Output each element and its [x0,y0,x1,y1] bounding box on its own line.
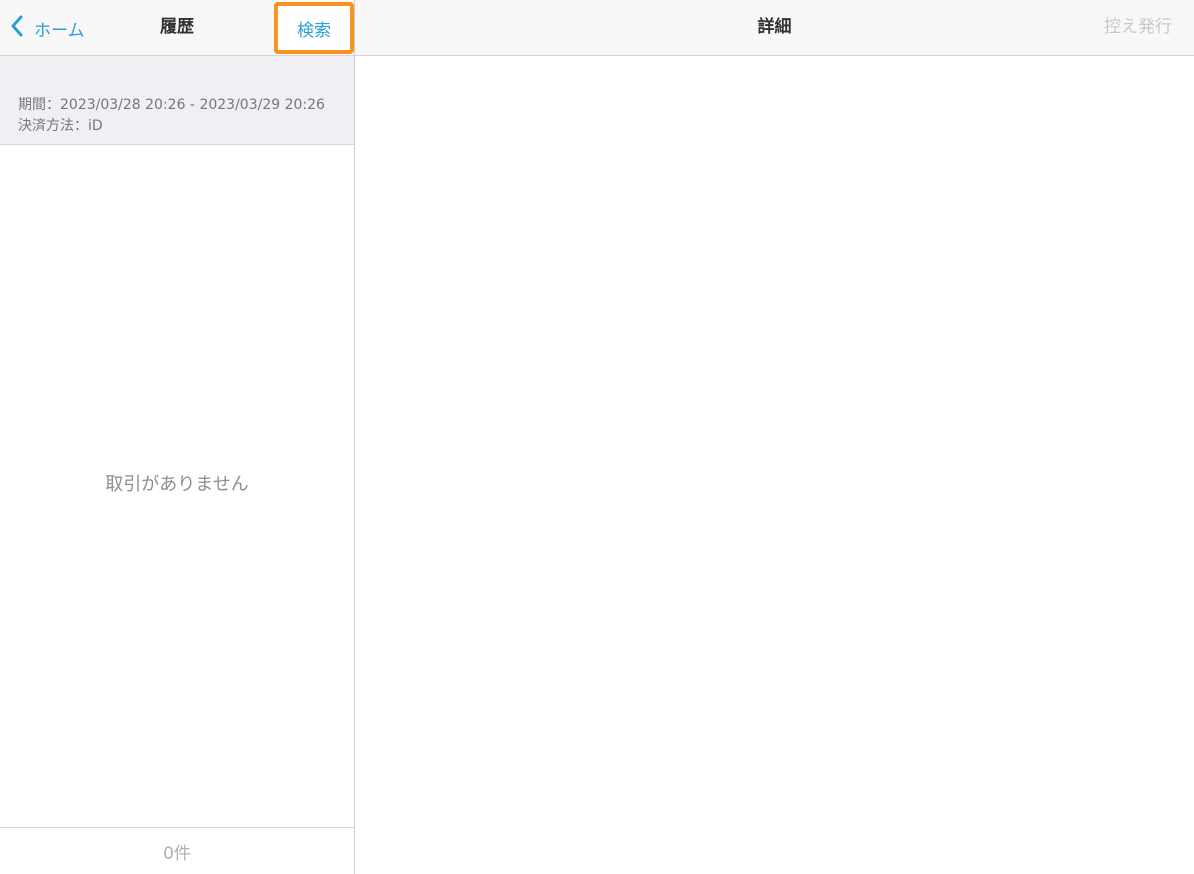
detail-pane: 詳細 控え発行 [355,0,1194,874]
history-pane: 履歴 ホーム 検索 期間：2023/03/28 20:26 - 2023/03/… [0,0,354,874]
chevron-left-icon [10,15,24,41]
back-home-button[interactable]: ホーム [10,13,85,43]
app-window: 履歴 ホーム 検索 期間：2023/03/28 20:26 - 2023/03/… [0,0,1194,874]
empty-transactions-message: 取引がありません [105,474,249,495]
history-nav-bar: 履歴 ホーム 検索 [0,0,354,56]
search-button[interactable]: 検索 [274,2,354,54]
issue-copy-button[interactable]: 控え発行 [1104,0,1172,55]
search-button-label: 検索 [297,20,331,41]
detail-title: 詳細 [757,17,792,37]
history-footer: 0件 [0,827,354,874]
transaction-count: 0件 [163,844,191,864]
filter-period-text: 期間：2023/03/28 20:26 - 2023/03/29 20:26 [18,97,325,113]
filter-payment-method-text: 決済方法：iD [18,118,103,134]
detail-nav-bar: 詳細 控え発行 [355,0,1194,56]
search-condition-summary: 期間：2023/03/28 20:26 - 2023/03/29 20:26 決… [0,56,354,145]
back-home-label: ホーム [34,20,85,41]
